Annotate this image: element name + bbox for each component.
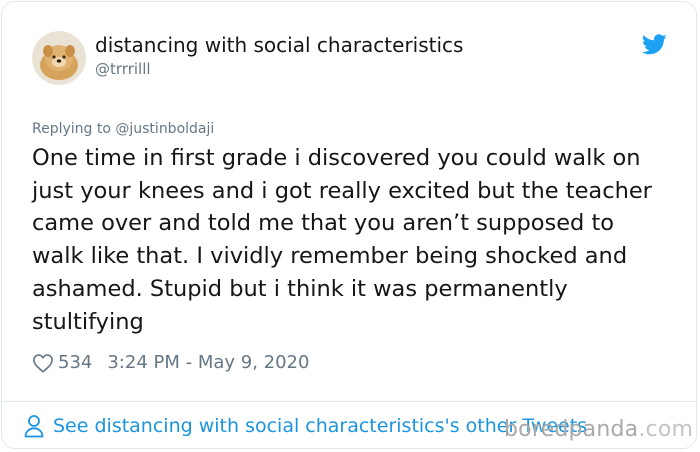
divider <box>1 401 697 402</box>
watermark: boredpanda.com <box>504 417 693 442</box>
heart-icon[interactable] <box>32 353 54 373</box>
watermark-suffix: .com <box>638 417 694 442</box>
avatar[interactable] <box>32 31 86 85</box>
user-handle[interactable]: @trrrilll <box>95 60 151 78</box>
display-name[interactable]: distancing with social characteristics <box>95 33 463 57</box>
replying-to-line[interactable]: Replying to @justinboldaji <box>32 121 214 137</box>
person-icon <box>24 414 44 438</box>
tweet-meta: 534 3:24 PM - May 9, 2020 <box>32 352 309 373</box>
tweet-timestamp[interactable]: 3:24 PM - May 9, 2020 <box>107 352 309 373</box>
footer-link-row[interactable]: See distancing with social characteristi… <box>24 414 587 438</box>
twitter-bird-icon[interactable] <box>641 34 667 55</box>
tweet-text: One time in first grade i discovered you… <box>32 145 652 335</box>
watermark-brand: boredpanda <box>504 417 639 442</box>
like-count[interactable]: 534 <box>58 352 92 373</box>
